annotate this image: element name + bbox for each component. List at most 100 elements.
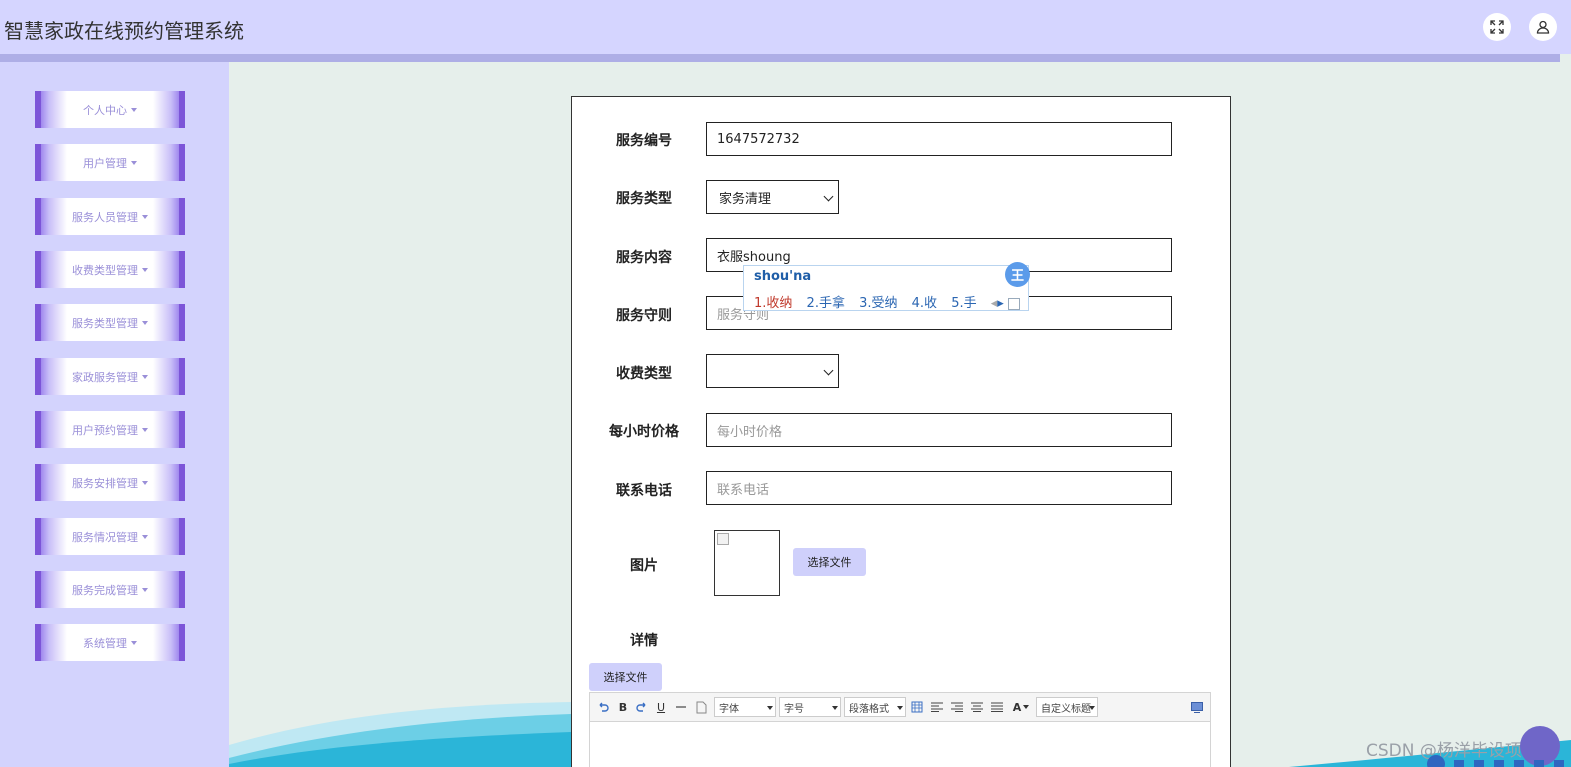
image-label: 图片	[630, 558, 658, 574]
custom-title-select[interactable]: 自定义标题	[1036, 697, 1098, 717]
image-upload-button[interactable]: 选择文件	[793, 548, 866, 576]
caret-down-icon	[142, 587, 148, 592]
caret-down-icon	[142, 320, 148, 325]
size-combo-label: 字号	[784, 703, 804, 715]
ime-candidate[interactable]: 1.收纳	[754, 296, 792, 311]
phone-input[interactable]: 联系电话	[706, 471, 1172, 505]
sidebar-item-service-status[interactable]: 服务情况管理	[35, 518, 185, 555]
custom-title-label: 自定义标题	[1041, 703, 1091, 715]
sidebar-item-service-completion[interactable]: 服务完成管理	[35, 571, 185, 608]
ime-candidate-popup: shou'na 1.收纳 2.手拿 3.受纳 4.收 5.手 ◂▸	[743, 265, 1029, 311]
sidebar-item-schedule[interactable]: 服务安排管理	[35, 464, 185, 501]
redo-icon[interactable]	[635, 699, 649, 715]
service-type-value: 家务清理	[719, 191, 772, 207]
service-no-label: 服务编号	[616, 133, 672, 149]
ime-candidate[interactable]: 2.手拿	[807, 296, 845, 311]
service-no-input[interactable]: 1647572732	[706, 122, 1172, 156]
hourly-price-input[interactable]: 每小时价格	[706, 413, 1172, 447]
dropdown-icon	[1023, 705, 1030, 709]
service-content-label: 服务内容	[616, 250, 672, 266]
align-justify-icon[interactable]	[990, 699, 1004, 715]
ime-expand-icon[interactable]	[1007, 297, 1020, 310]
sidebar-item-bookings[interactable]: 用户预约管理	[35, 411, 185, 448]
fee-type-select[interactable]	[706, 354, 839, 388]
details-upload-button[interactable]: 选择文件	[589, 663, 662, 691]
sidebar-item-staff[interactable]: 服务人员管理	[35, 198, 185, 235]
chevron-down-icon	[823, 365, 834, 376]
sidebar-item-label: 个人中心	[83, 103, 127, 117]
caret-down-icon	[142, 427, 148, 432]
font-size-select[interactable]: 字号	[779, 697, 841, 717]
ime-page-next-icon[interactable]: ▸	[997, 296, 1004, 311]
sidebar-item-label: 家政服务管理	[72, 370, 138, 384]
font-color-button[interactable]: A	[1010, 699, 1032, 715]
paragraph-format-select[interactable]: 段落格式	[844, 697, 906, 717]
ime-composition: shou'na	[754, 269, 812, 284]
caret-down-icon	[131, 107, 137, 112]
align-center-icon[interactable]	[970, 699, 984, 715]
sidebar-item-label: 系统管理	[83, 636, 127, 650]
fullscreen-button[interactable]	[1483, 13, 1511, 41]
caret-down-icon	[142, 374, 148, 379]
font-family-select[interactable]: 字体	[714, 697, 776, 717]
dropdown-icon	[767, 706, 773, 710]
ime-toolbar-icon[interactable]	[1424, 754, 1571, 767]
editor-toolbar: B U 字体 字号 段落格式 A 自定义标题	[590, 693, 1210, 722]
service-type-select[interactable]: 家务清理	[706, 180, 839, 214]
sidebar-item-label: 服务人员管理	[72, 210, 138, 224]
sidebar-item-users[interactable]: 用户管理	[35, 144, 185, 181]
service-no-value: 1647572732	[717, 131, 800, 147]
ime-candidate[interactable]: 5.手	[951, 296, 976, 311]
app-title: 智慧家政在线预约管理系统	[4, 19, 244, 43]
horizontal-rule-icon[interactable]	[674, 699, 688, 715]
ime-candidate[interactable]: 3.受纳	[859, 296, 897, 311]
phone-label: 联系电话	[616, 483, 672, 499]
page-icon[interactable]	[694, 699, 708, 715]
align-left-icon[interactable]	[930, 699, 944, 715]
rich-text-editor[interactable]: B U 字体 字号 段落格式 A 自定义标题	[589, 692, 1211, 767]
hourly-price-placeholder: 每小时价格	[717, 424, 783, 440]
sidebar-item-service-types[interactable]: 服务类型管理	[35, 304, 185, 341]
fee-type-label: 收费类型	[616, 366, 672, 382]
sidebar-item-label: 服务情况管理	[72, 530, 138, 544]
underline-button[interactable]: U	[654, 699, 668, 715]
header-divider	[0, 54, 1560, 62]
service-content-value: 衣服shoung	[717, 249, 791, 265]
preview-icon[interactable]	[1190, 699, 1204, 715]
chevron-down-icon	[823, 191, 834, 202]
undo-icon[interactable]	[596, 699, 610, 715]
font-combo-label: 字体	[719, 703, 739, 715]
fullscreen-icon	[1490, 20, 1504, 34]
user-menu-button[interactable]	[1529, 13, 1557, 41]
dropdown-icon	[832, 706, 838, 710]
sidebar-item-label: 服务类型管理	[72, 316, 138, 330]
sidebar-item-fee-types[interactable]: 收费类型管理	[35, 251, 185, 288]
service-type-label: 服务类型	[616, 191, 672, 207]
dropdown-icon	[897, 706, 903, 710]
details-label: 详情	[630, 633, 658, 649]
ime-badge: 王	[1005, 262, 1030, 287]
sidebar-item-label: 服务完成管理	[72, 583, 138, 597]
sidebar: 个人中心 用户管理 服务人员管理 收费类型管理 服务类型管理 家政服务管理 用户…	[0, 62, 229, 767]
sidebar-item-label: 用户管理	[83, 156, 127, 170]
sidebar-item-label: 用户预约管理	[72, 423, 138, 437]
caret-down-icon	[131, 160, 137, 165]
font-color-label: A	[1012, 700, 1022, 714]
table-icon[interactable]	[910, 699, 924, 715]
bold-button[interactable]: B	[616, 699, 630, 715]
sidebar-item-personal-center[interactable]: 个人中心	[35, 91, 185, 128]
user-icon	[1536, 20, 1550, 34]
image-preview	[714, 530, 780, 596]
service-rules-label: 服务守则	[616, 308, 672, 324]
caret-down-icon	[142, 267, 148, 272]
ime-candidate[interactable]: 4.收	[912, 296, 937, 311]
caret-down-icon	[142, 534, 148, 539]
sidebar-item-housekeeping[interactable]: 家政服务管理	[35, 358, 185, 395]
caret-down-icon	[142, 480, 148, 485]
caret-down-icon	[131, 640, 137, 645]
phone-placeholder: 联系电话	[717, 482, 770, 498]
para-combo-label: 段落格式	[849, 703, 889, 715]
align-right-icon[interactable]	[950, 699, 964, 715]
sidebar-item-system[interactable]: 系统管理	[35, 624, 185, 661]
dropdown-icon	[1089, 706, 1095, 710]
